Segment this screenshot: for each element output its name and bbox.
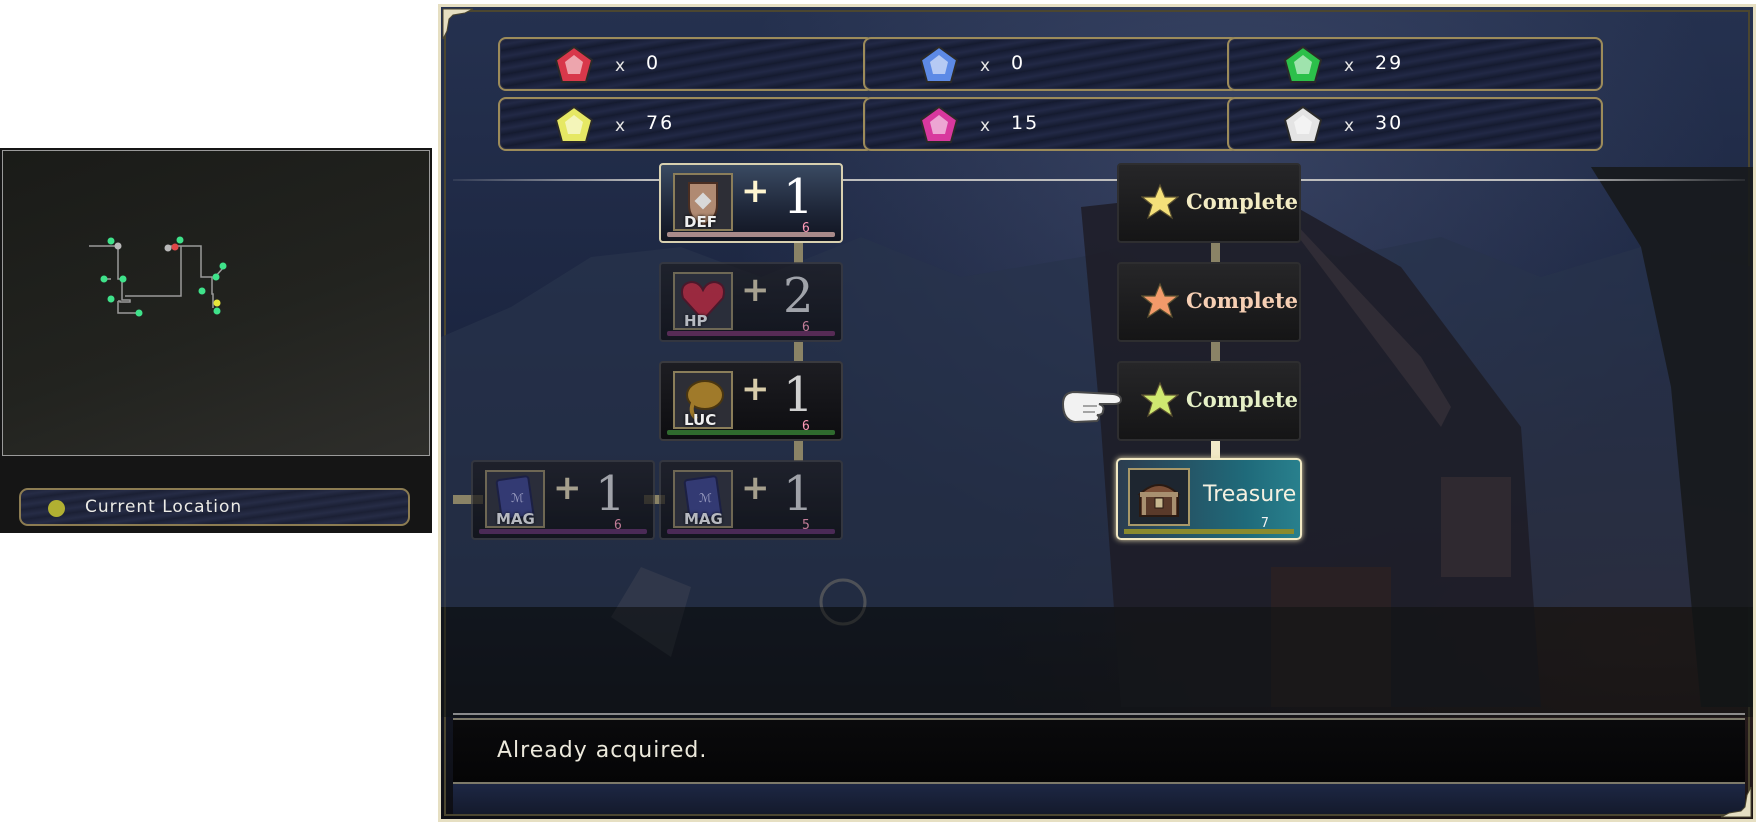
multiplier-sign: x <box>980 56 991 76</box>
stat-node-def[interactable]: DEF +1 6 <box>659 163 843 243</box>
current-location-marker <box>213 299 221 307</box>
crystal-counter-blue: x0 <box>863 37 1239 91</box>
map-node <box>176 236 184 244</box>
crystal-count: 30 <box>1375 112 1404 134</box>
stat-bonus-value: 1 <box>783 466 814 522</box>
spellbook-icon: ℳ MAG <box>485 470 545 528</box>
svg-text:ℳ: ℳ <box>699 491 712 505</box>
stat-label: LUC <box>684 411 717 429</box>
crystal-counter-red: x0 <box>498 37 874 91</box>
map-node <box>114 242 122 250</box>
map-node <box>171 243 179 251</box>
pointing-hand-cursor-icon <box>1061 390 1123 424</box>
tree-connector <box>794 243 803 263</box>
complete-label: Complete <box>1186 189 1299 214</box>
map-node <box>135 309 143 317</box>
crystal-counter-white: x 30 <box>1227 97 1603 151</box>
crystal-count: 76 <box>646 112 675 134</box>
tree-connector <box>794 441 803 461</box>
stat-label: DEF <box>684 213 717 231</box>
multiplier-sign: x <box>980 116 991 136</box>
legend: Current Location <box>19 488 410 526</box>
tree-connector <box>1211 243 1220 263</box>
shield-icon: DEF <box>673 173 733 231</box>
complete-node[interactable]: Complete <box>1117 262 1301 342</box>
crystal-counter-pink: x 15 <box>863 97 1239 151</box>
game-window: x 0 x 0 x 29 x 76 x 15 x 30 DEF +1 6 HP +2 6 LUC +1 6 ℳ MAG +1… <box>438 4 1756 822</box>
crystal-count: 15 <box>1011 112 1040 134</box>
map-node <box>219 262 227 270</box>
current-location-dot <box>48 500 65 517</box>
cost-bar <box>479 529 647 534</box>
stat-node-mag-right[interactable]: ℳ MAG +1 5 <box>659 460 843 540</box>
map-node <box>198 287 206 295</box>
stat-node-hp[interactable]: HP +2 6 <box>659 262 843 342</box>
multiplier-sign: x <box>615 56 626 76</box>
cost-bar <box>667 430 835 435</box>
stat-bonus-value: 1 <box>595 466 626 522</box>
treasure-chest-icon <box>1128 468 1190 526</box>
map-graph <box>89 236 227 317</box>
complete-node[interactable]: Complete <box>1117 361 1301 441</box>
minimap-panel: Current Location <box>0 148 432 533</box>
plus-sign: + <box>553 468 582 508</box>
stat-bonus-value: 1 <box>783 169 814 225</box>
clover-icon: LUC <box>673 371 733 429</box>
frame-corner-ornament <box>442 8 474 40</box>
svg-text:ℳ: ℳ <box>511 491 524 505</box>
stat-bonus-value: 1 <box>783 367 814 423</box>
divider-top <box>453 179 1745 181</box>
map-node <box>164 244 172 252</box>
map-node <box>212 273 220 281</box>
map-node <box>100 275 108 283</box>
stat-node-luc[interactable]: LUC +1 6 <box>659 361 843 441</box>
crystal-counter-yellow: x 76 <box>498 97 874 151</box>
complete-label: Complete <box>1186 387 1299 412</box>
message-text: Already acquired. <box>497 738 708 763</box>
stat-bonus-value: 2 <box>783 268 814 324</box>
tree-connector <box>794 342 803 362</box>
cost-bar <box>667 232 835 237</box>
frame-corner-ornament <box>1720 786 1752 818</box>
treasure-label: Treasure <box>1203 482 1297 507</box>
multiplier-sign: x <box>615 116 626 136</box>
stat-node-mag-left[interactable]: ℳ MAG +1 6 <box>471 460 655 540</box>
crystal-count: 0 <box>1011 52 1026 74</box>
plus-sign: + <box>741 270 770 310</box>
tree-connector <box>1211 342 1220 362</box>
spellbook-icon: ℳ MAG <box>673 470 733 528</box>
plus-sign: + <box>741 369 770 409</box>
complete-label: Complete <box>1186 288 1299 313</box>
divider-bottom <box>453 713 1745 715</box>
cost-bar <box>667 529 835 534</box>
stat-label: HP <box>684 312 708 330</box>
map-node <box>107 237 115 245</box>
map-paths <box>89 245 224 314</box>
bottom-strip <box>453 784 1745 814</box>
multiplier-sign: x <box>1344 116 1355 136</box>
multiplier-sign: x <box>1344 56 1355 76</box>
stat-label: MAG <box>684 510 723 528</box>
crystal-counter-green: x 29 <box>1227 37 1603 91</box>
heart-icon: HP <box>673 272 733 330</box>
treasure-node[interactable]: Treasure 7 <box>1116 458 1302 540</box>
crystal-count: 0 <box>646 52 661 74</box>
cost-bar <box>1124 529 1294 534</box>
map-view <box>2 150 430 456</box>
map-node <box>107 295 115 303</box>
message-bar: Already acquired. <box>453 718 1745 784</box>
stat-label: MAG <box>496 510 535 528</box>
cost-bar <box>667 331 835 336</box>
plus-sign: + <box>741 171 770 211</box>
legend-label: Current Location <box>85 497 243 517</box>
crystal-count: 29 <box>1375 52 1404 74</box>
map-node <box>119 275 127 283</box>
map-node <box>213 307 221 315</box>
complete-node[interactable]: Complete <box>1117 163 1301 243</box>
plus-sign: + <box>741 468 770 508</box>
